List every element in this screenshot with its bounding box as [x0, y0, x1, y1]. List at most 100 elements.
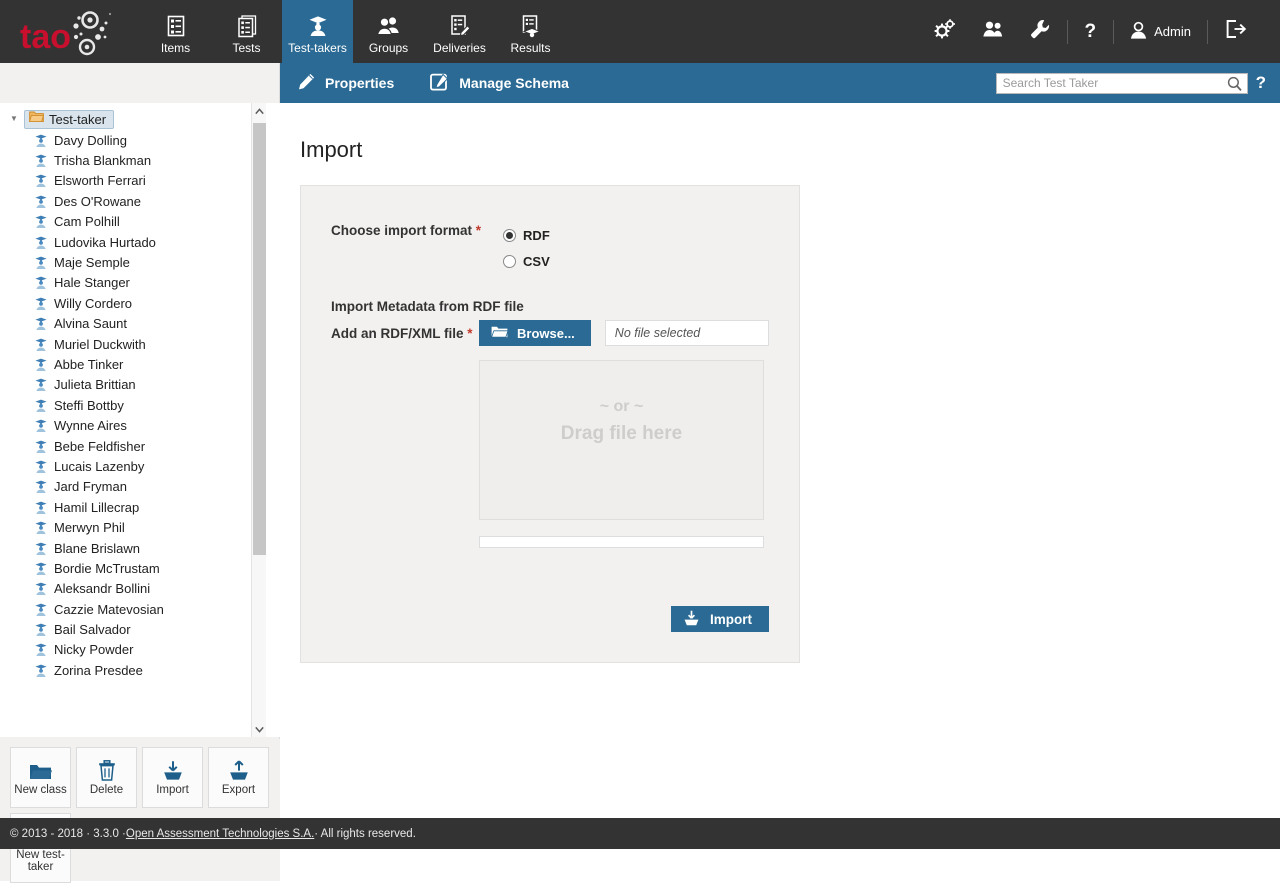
tree-scrollbar[interactable] — [251, 103, 266, 737]
tree-item-test-taker[interactable]: Alvina Saunt — [0, 314, 280, 334]
tree-item-test-taker[interactable]: Hale Stanger — [0, 273, 280, 293]
test-takers-icon — [306, 13, 330, 39]
test-taker-icon — [34, 418, 48, 433]
tree-item-test-taker[interactable]: Lucais Lazenby — [0, 456, 280, 476]
top-right-actions: ? Admin — [921, 0, 1280, 63]
file-dropzone[interactable]: ~ or ~ Drag file here — [479, 360, 764, 520]
help-button[interactable]: ? — [1072, 0, 1110, 63]
properties-action[interactable]: Properties — [280, 63, 412, 103]
tab-test-takers[interactable]: Test-takers — [282, 0, 353, 63]
tree-item-label: Blane Brislawn — [54, 541, 140, 556]
import-submit-button[interactable]: Import — [671, 606, 769, 632]
tab-deliveries[interactable]: Deliveries — [424, 0, 495, 63]
scrollbar-thumb[interactable] — [253, 123, 266, 555]
chevron-down-icon[interactable]: ▼ — [8, 115, 20, 123]
search-test-taker-box[interactable] — [996, 73, 1248, 94]
tree-item-test-taker[interactable]: Des O'Rowane — [0, 191, 280, 211]
tab-items[interactable]: Items — [140, 0, 211, 63]
delete-button[interactable]: Delete — [76, 747, 137, 808]
search-icon[interactable] — [1227, 76, 1242, 97]
test-taker-icon — [34, 255, 48, 270]
tree-item-label: Aleksandr Bollini — [54, 581, 150, 596]
radio-rdf-input[interactable] — [503, 229, 516, 242]
tree-item-test-taker[interactable]: Trisha Blankman — [0, 150, 280, 170]
tree-item-test-taker[interactable]: Blane Brislawn — [0, 538, 280, 558]
tree-item-label: Lucais Lazenby — [54, 459, 144, 474]
test-taker-icon — [34, 663, 48, 678]
radio-option-csv[interactable]: CSV — [503, 248, 550, 274]
test-taker-icon — [34, 275, 48, 290]
scroll-up-icon[interactable] — [252, 103, 267, 119]
svg-text:tao: tao — [20, 18, 71, 56]
tree-item-test-taker[interactable]: Bail Salvador — [0, 619, 280, 639]
tree-item-test-taker[interactable]: Maje Semple — [0, 252, 280, 272]
new-class-button[interactable]: New class — [10, 747, 71, 808]
file-upload-row: Add an RDF/XML file * Browse... No file … — [331, 320, 769, 346]
tree-item-test-taker[interactable]: Muriel Duckwith — [0, 334, 280, 354]
import-submit-label: Import — [710, 612, 752, 627]
user-menu[interactable]: Admin — [1118, 0, 1203, 63]
subnav-actions: Properties Manage Schema — [280, 63, 587, 103]
dropzone-or-text: ~ or ~ — [600, 398, 644, 416]
tree-root-test-taker[interactable]: ▼ Test-taker — [0, 109, 280, 129]
browse-button[interactable]: Browse... — [479, 320, 591, 346]
search-input[interactable] — [997, 74, 1247, 93]
tao-logo[interactable]: tao — [0, 0, 140, 63]
tree-item-test-taker[interactable]: Bordie McTrustam — [0, 558, 280, 578]
folder-open-icon — [29, 110, 44, 128]
subnav-help-icon[interactable]: ? — [1256, 73, 1266, 93]
results-icon — [519, 13, 543, 39]
metadata-section-title: Import Metadata from RDF file — [331, 299, 769, 314]
test-taker-icon — [34, 459, 48, 474]
user-name-label: Admin — [1154, 24, 1191, 39]
tree-item-test-taker[interactable]: Merwyn Phil — [0, 517, 280, 537]
footer-company-link[interactable]: Open Assessment Technologies S.A. — [126, 828, 314, 840]
scroll-down-icon[interactable] — [252, 721, 267, 737]
items-icon — [165, 13, 187, 39]
tree-item-test-taker[interactable]: Jard Fryman — [0, 477, 280, 497]
radio-csv-input[interactable] — [503, 255, 516, 268]
tree-item-test-taker[interactable]: Abbe Tinker — [0, 354, 280, 374]
wrench-icon — [1030, 19, 1050, 44]
manage-schema-action[interactable]: Manage Schema — [412, 63, 587, 103]
logout-button[interactable] — [1212, 0, 1260, 63]
tree-item-label: Wynne Aires — [54, 418, 127, 433]
tab-tests[interactable]: Tests — [211, 0, 282, 63]
tree-item-test-taker[interactable]: Ludovika Hurtado — [0, 232, 280, 252]
tree-item-label: Merwyn Phil — [54, 520, 125, 535]
tab-results[interactable]: Results — [495, 0, 566, 63]
tests-icon — [236, 13, 258, 39]
tree-item-test-taker[interactable]: Hamil Lillecrap — [0, 497, 280, 517]
export-button[interactable]: Export — [208, 747, 269, 808]
tree-item-test-taker[interactable]: Davy Dolling — [0, 130, 280, 150]
tree-item-test-taker[interactable]: Nicky Powder — [0, 640, 280, 660]
tree-item-label: Nicky Powder — [54, 642, 133, 657]
tab-results-label: Results — [510, 41, 550, 55]
test-taker-icon — [34, 194, 48, 209]
tree-item-test-taker[interactable]: Steffi Bottby — [0, 395, 280, 415]
test-taker-icon — [34, 133, 48, 148]
tree-item-test-taker[interactable]: Cazzie Matevosian — [0, 599, 280, 619]
tab-groups[interactable]: Groups — [353, 0, 424, 63]
sub-navigation-bar: Properties Manage Schema ? — [280, 63, 1280, 103]
settings-button[interactable] — [921, 0, 969, 63]
folder-open-icon — [491, 325, 508, 342]
radio-option-rdf[interactable]: RDF — [503, 222, 550, 248]
tools-button[interactable] — [1017, 0, 1063, 63]
tree-item-test-taker[interactable]: Julieta Brittian — [0, 375, 280, 395]
tree-item-test-taker[interactable]: Wynne Aires — [0, 415, 280, 435]
users-button[interactable] — [969, 0, 1017, 63]
page-title: Import — [280, 103, 1280, 163]
edit-square-icon — [430, 73, 449, 94]
tree-item-test-taker[interactable]: Willy Cordero — [0, 293, 280, 313]
tree-item-test-taker[interactable]: Zorina Presdee — [0, 660, 280, 680]
file-upload-label: Add an RDF/XML file * — [331, 325, 479, 341]
test-taker-icon — [34, 520, 48, 535]
tree-item-test-taker[interactable]: Bebe Feldfisher — [0, 436, 280, 456]
users-icon — [982, 19, 1004, 44]
tree-item-test-taker[interactable]: Cam Polhill — [0, 212, 280, 232]
export-icon — [228, 759, 250, 781]
tree-item-test-taker[interactable]: Aleksandr Bollini — [0, 579, 280, 599]
tree-item-test-taker[interactable]: Elsworth Ferrari — [0, 171, 280, 191]
import-button[interactable]: Import — [142, 747, 203, 808]
